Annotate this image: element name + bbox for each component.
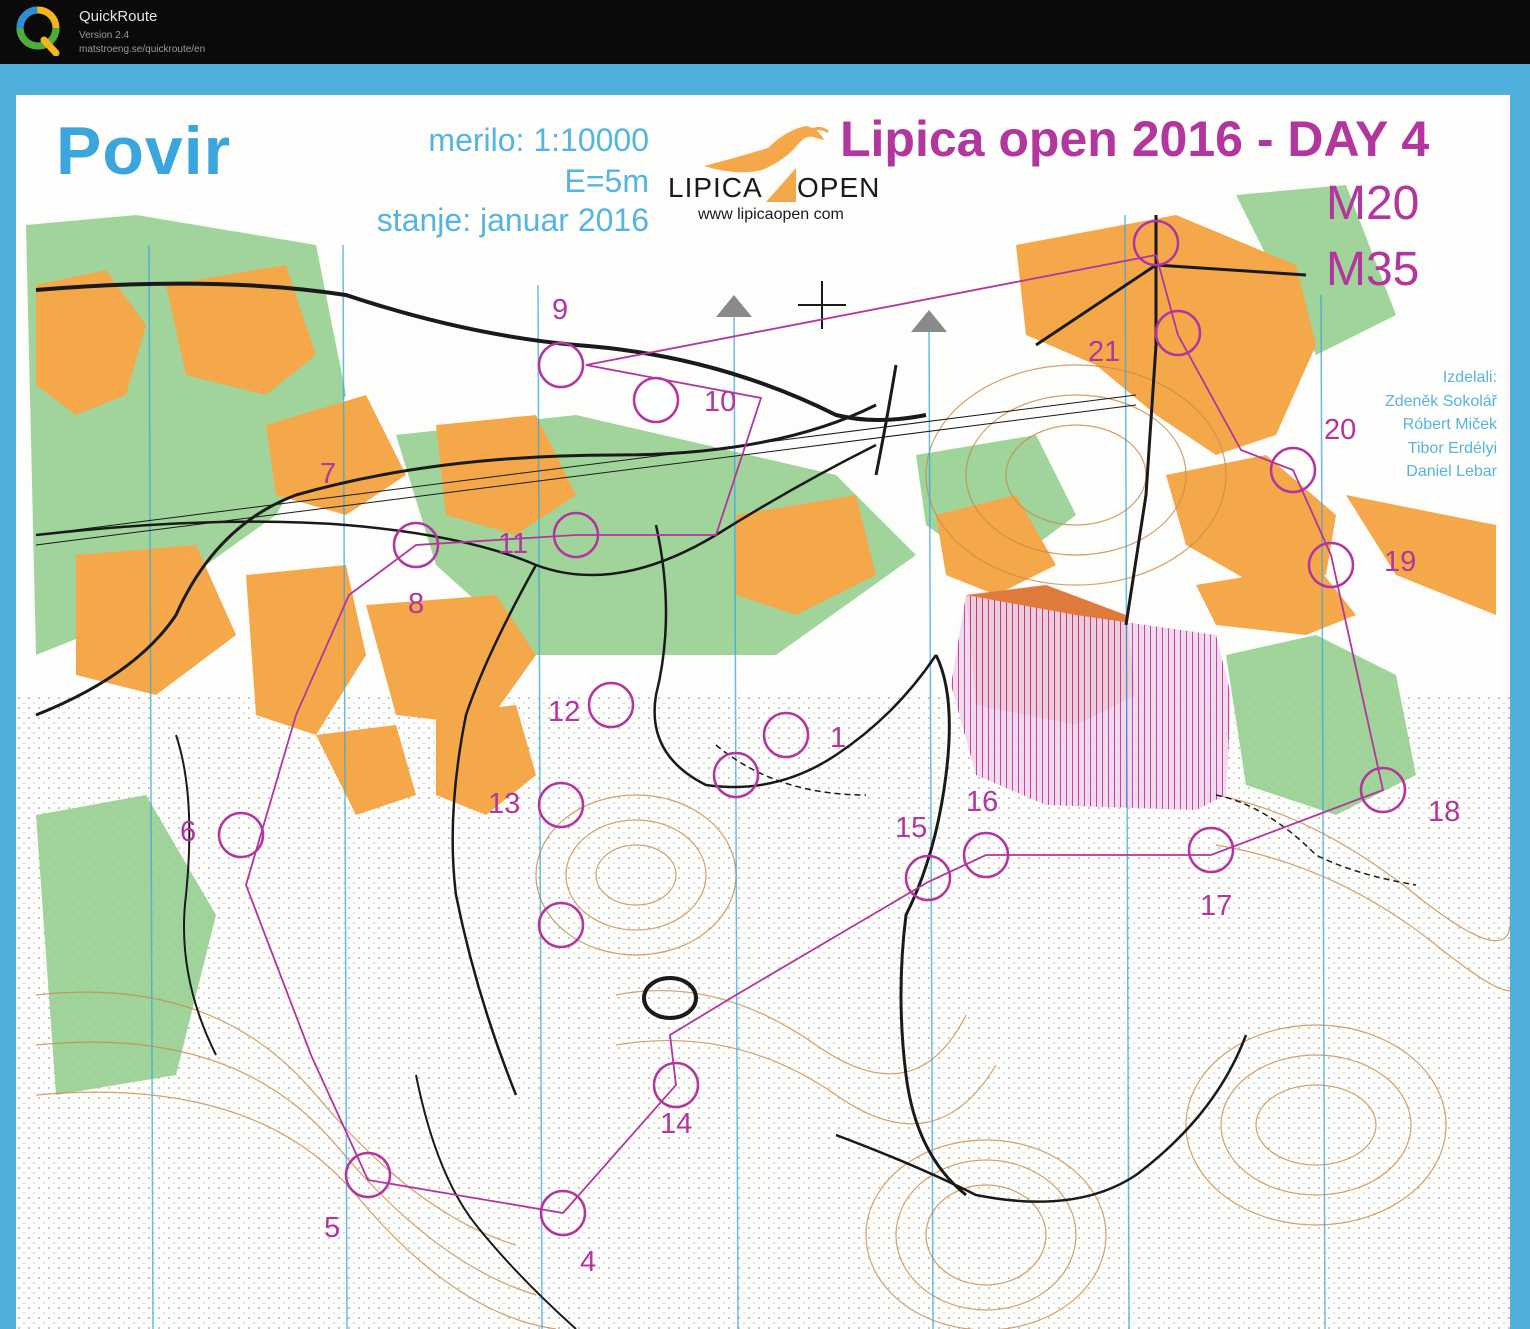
logo-word-lipica: LIPICA: [668, 172, 763, 203]
control-number: 12: [548, 696, 581, 728]
credit-name: Tibor Erdélyi: [1407, 439, 1497, 457]
logo-website: www lipicaopen com: [698, 206, 844, 223]
control-number: 17: [1200, 890, 1233, 922]
control-number: 8: [408, 588, 425, 620]
credit-name: Daniel Lebar: [1406, 463, 1497, 480]
control-number: 6: [180, 816, 197, 848]
contour-interval: E=5m: [564, 163, 649, 199]
orienteering-map-sheet[interactable]: [16, 95, 1510, 1329]
course-class-m20: M20: [1326, 177, 1420, 230]
control-number: 10: [704, 386, 737, 418]
control-number: 18: [1428, 796, 1461, 828]
map-revision: stanje: januar 2016: [376, 202, 649, 238]
control-number: 7: [320, 458, 337, 490]
map-scale: merilo: 1:10000: [428, 122, 649, 158]
map-graphics: [16, 185, 1510, 1329]
app-url: matstroeng.se/quickroute/en: [79, 44, 206, 55]
map-credits: Izdelali: Zdeněk Sokolář Róbert Miček Ti…: [1385, 366, 1497, 484]
control-number: 4: [580, 1246, 597, 1278]
control-number: 14: [660, 1108, 693, 1140]
app-name: QuickRoute: [79, 8, 158, 25]
control-number: 21: [1088, 336, 1121, 368]
credit-name: Róbert Miček: [1402, 416, 1497, 433]
control-number: 5: [324, 1212, 341, 1244]
control-number: 11: [498, 528, 529, 560]
map-name: Povir: [56, 113, 232, 189]
control-number: 13: [488, 788, 521, 820]
credits-heading: Izdelali:: [1442, 369, 1497, 386]
control-number: 19: [1384, 546, 1417, 578]
north-arrow-icons: [716, 295, 947, 332]
control-number: 15: [895, 812, 928, 844]
open-land-east: [1346, 495, 1496, 615]
credit-name: Zdeněk Sokolář: [1384, 392, 1497, 410]
control-number: 20: [1324, 414, 1357, 446]
quickroute-logo-icon: [16, 6, 60, 56]
app-title-bar: QuickRoute Version 2.4 matstroeng.se/qui…: [0, 0, 1530, 64]
app-version: Version 2.4: [79, 30, 130, 41]
out-of-bounds-area: [951, 595, 1231, 810]
logo-word-open: OPEN: [797, 172, 881, 203]
control-number: 16: [966, 786, 999, 818]
event-title: Lipica open 2016 - DAY 4: [840, 111, 1430, 167]
control-number: 1: [830, 722, 847, 754]
control-number: 9: [552, 294, 569, 326]
course-class-m35: M35: [1326, 243, 1420, 296]
